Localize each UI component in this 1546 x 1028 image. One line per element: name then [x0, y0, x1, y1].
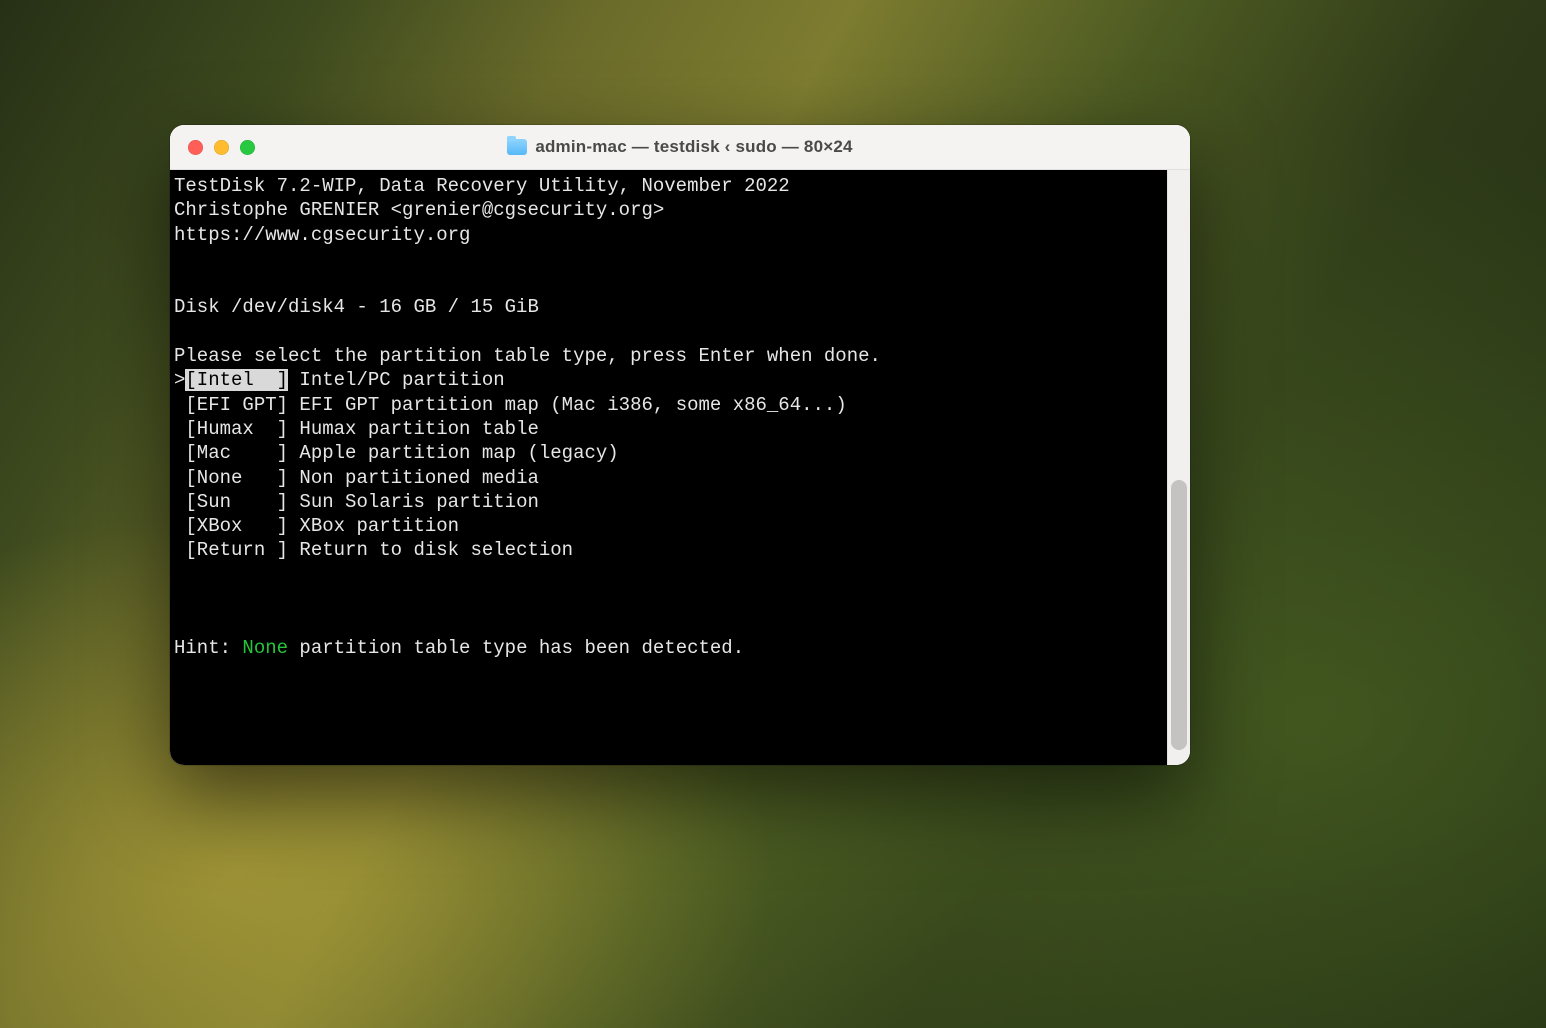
terminal-wrap: TestDisk 7.2-WIP, Data Recovery Utility,… — [170, 170, 1190, 765]
minimize-icon[interactable] — [214, 140, 229, 155]
desktop-wallpaper: admin-mac — testdisk ‹ sudo — 80×24 Test… — [0, 0, 1546, 1028]
option-sun[interactable]: [Sun ] Sun Solaris partition — [174, 490, 1168, 514]
option-none[interactable]: [None ] Non partitioned media — [174, 466, 1168, 490]
terminal-viewport[interactable]: TestDisk 7.2-WIP, Data Recovery Utility,… — [170, 170, 1168, 765]
hint-line: Hint: None partition table type has been… — [174, 636, 1168, 660]
header-line: Christophe GRENIER <grenier@cgsecurity.o… — [174, 198, 1168, 222]
window-title: admin-mac — testdisk ‹ sudo — 80×24 — [170, 137, 1190, 157]
prompt-line: Please select the partition table type, … — [174, 344, 1168, 368]
header-line: https://www.cgsecurity.org — [174, 223, 1168, 247]
option-humax[interactable]: [Humax ] Humax partition table — [174, 417, 1168, 441]
blank-line — [174, 247, 1168, 271]
vertical-scrollbar[interactable] — [1167, 170, 1190, 765]
titlebar[interactable]: admin-mac — testdisk ‹ sudo — 80×24 — [170, 125, 1190, 170]
traffic-lights — [170, 140, 255, 155]
close-icon[interactable] — [188, 140, 203, 155]
blank-line — [174, 563, 1168, 587]
hint-highlight: None — [242, 637, 288, 659]
blank-line — [174, 320, 1168, 344]
blank-line — [174, 587, 1168, 611]
terminal-window: admin-mac — testdisk ‹ sudo — 80×24 Test… — [170, 125, 1190, 765]
scrollbar-thumb[interactable] — [1171, 480, 1187, 750]
blank-line — [174, 611, 1168, 635]
option-intel[interactable]: >[Intel ] Intel/PC partition — [174, 368, 1168, 392]
option-mac[interactable]: [Mac ] Apple partition map (legacy) — [174, 441, 1168, 465]
window-title-text: admin-mac — testdisk ‹ sudo — 80×24 — [535, 137, 852, 157]
option-efi-gpt[interactable]: [EFI GPT] EFI GPT partition map (Mac i38… — [174, 393, 1168, 417]
disk-line: Disk /dev/disk4 - 16 GB / 15 GiB — [174, 295, 1168, 319]
header-line: TestDisk 7.2-WIP, Data Recovery Utility,… — [174, 174, 1168, 198]
option-return[interactable]: [Return ] Return to disk selection — [174, 538, 1168, 562]
zoom-icon[interactable] — [240, 140, 255, 155]
folder-icon — [507, 139, 527, 155]
blank-line — [174, 271, 1168, 295]
option-xbox[interactable]: [XBox ] XBox partition — [174, 514, 1168, 538]
